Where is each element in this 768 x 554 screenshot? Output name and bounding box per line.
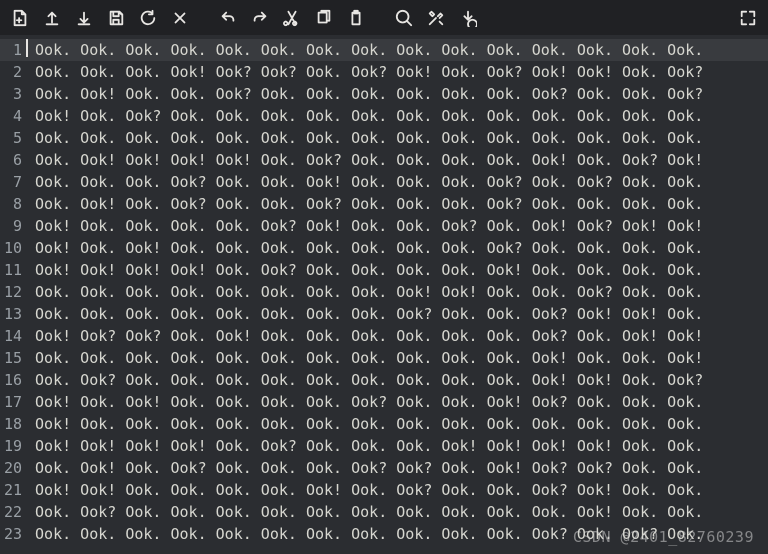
editor-line[interactable]: 22 Ook. Ook? Ook. Ook. Ook. Ook. Ook. Oo…: [0, 501, 768, 523]
line-content: Ook. Ook. Ook. Ook. Ook. Ook. Ook. Ook. …: [26, 303, 712, 325]
editor-line[interactable]: 13 Ook. Ook. Ook. Ook. Ook. Ook. Ook. Oo…: [0, 303, 768, 325]
line-content: Ook! Ook! Ook. Ook. Ook. Ook. Ook! Ook. …: [26, 479, 712, 501]
line-number: 23: [0, 523, 26, 545]
line-number: 17: [0, 391, 26, 413]
line-number: 2: [0, 61, 26, 83]
reload-icon[interactable]: [134, 4, 162, 32]
line-content: Ook. Ook. Ook. Ook! Ook? Ook? Ook. Ook? …: [26, 61, 712, 83]
line-number: 12: [0, 281, 26, 303]
editor-line[interactable]: 21 Ook! Ook! Ook. Ook. Ook. Ook. Ook! Oo…: [0, 479, 768, 501]
line-content: Ook! Ook! Ook! Ook! Ook. Ook? Ook. Ook. …: [26, 435, 712, 457]
line-content: Ook. Ook! Ook! Ook! Ook! Ook. Ook? Ook. …: [26, 149, 712, 171]
line-number: 18: [0, 413, 26, 435]
editor-line[interactable]: 11 Ook! Ook! Ook! Ook! Ook. Ook? Ook. Oo…: [0, 259, 768, 281]
line-number: 22: [0, 501, 26, 523]
line-number: 15: [0, 347, 26, 369]
line-number: 9: [0, 215, 26, 237]
code-editor[interactable]: 1 Ook. Ook. Ook. Ook. Ook. Ook. Ook. Ook…: [0, 35, 768, 545]
editor-line[interactable]: 14 Ook! Ook? Ook? Ook. Ook! Ook. Ook. Oo…: [0, 325, 768, 347]
goto-icon[interactable]: [454, 4, 482, 32]
editor-line[interactable]: 6 Ook. Ook! Ook! Ook! Ook! Ook. Ook? Ook…: [0, 149, 768, 171]
upload-icon[interactable]: [38, 4, 66, 32]
line-content: Ook! Ook. Ook! Ook. Ook. Ook. Ook. Ook? …: [26, 391, 712, 413]
close-icon[interactable]: [166, 4, 194, 32]
line-content: Ook! Ook. Ook? Ook. Ook. Ook. Ook. Ook. …: [26, 105, 712, 127]
editor-line[interactable]: 5 Ook. Ook. Ook. Ook. Ook. Ook. Ook. Ook…: [0, 127, 768, 149]
editor-line[interactable]: 1 Ook. Ook. Ook. Ook. Ook. Ook. Ook. Ook…: [0, 39, 768, 61]
line-content: Ook. Ook. Ook. Ook. Ook. Ook. Ook. Ook. …: [26, 347, 712, 369]
line-number: 8: [0, 193, 26, 215]
line-content: Ook. Ook? Ook. Ook. Ook. Ook. Ook. Ook. …: [26, 369, 712, 391]
line-number: 21: [0, 479, 26, 501]
download-icon[interactable]: [70, 4, 98, 32]
line-content: Ook. Ook. Ook. Ook. Ook. Ook. Ook. Ook. …: [26, 281, 712, 303]
line-content: Ook! Ook? Ook? Ook. Ook! Ook. Ook. Ook. …: [26, 325, 712, 347]
line-number: 7: [0, 171, 26, 193]
line-number: 5: [0, 127, 26, 149]
editor-line[interactable]: 18 Ook! Ook. Ook. Ook. Ook. Ook. Ook. Oo…: [0, 413, 768, 435]
editor-line[interactable]: 8 Ook. Ook! Ook. Ook? Ook. Ook. Ook? Ook…: [0, 193, 768, 215]
editor-line[interactable]: 15 Ook. Ook. Ook. Ook. Ook. Ook. Ook. Oo…: [0, 347, 768, 369]
editor-line[interactable]: 20 Ook. Ook! Ook. Ook? Ook. Ook. Ook. Oo…: [0, 457, 768, 479]
line-content: Ook. Ook. Ook. Ook. Ook. Ook. Ook. Ook. …: [26, 39, 712, 61]
line-number: 20: [0, 457, 26, 479]
editor-line[interactable]: 17 Ook! Ook. Ook! Ook. Ook. Ook. Ook. Oo…: [0, 391, 768, 413]
editor-line[interactable]: 9 Ook! Ook. Ook. Ook. Ook. Ook? Ook! Ook…: [0, 215, 768, 237]
editor-line[interactable]: 19 Ook! Ook! Ook! Ook! Ook. Ook? Ook. Oo…: [0, 435, 768, 457]
line-number: 16: [0, 369, 26, 391]
line-number: 1: [0, 39, 26, 61]
editor-line[interactable]: 7 Ook. Ook. Ook. Ook? Ook. Ook. Ook! Ook…: [0, 171, 768, 193]
cut-icon[interactable]: [278, 4, 306, 32]
editor-line[interactable]: 12 Ook. Ook. Ook. Ook. Ook. Ook. Ook. Oo…: [0, 281, 768, 303]
editor-line[interactable]: 10 Ook! Ook. Ook! Ook. Ook. Ook. Ook. Oo…: [0, 237, 768, 259]
line-content: Ook. Ook! Ook. Ook. Ook? Ook. Ook. Ook. …: [26, 83, 712, 105]
line-content: Ook! Ook. Ook. Ook. Ook. Ook? Ook! Ook. …: [26, 215, 712, 237]
line-content: Ook. Ook! Ook. Ook? Ook. Ook. Ook? Ook. …: [26, 193, 712, 215]
editor-line[interactable]: 4 Ook! Ook. Ook? Ook. Ook. Ook. Ook. Ook…: [0, 105, 768, 127]
line-number: 6: [0, 149, 26, 171]
editor-line[interactable]: 16 Ook. Ook? Ook. Ook. Ook. Ook. Ook. Oo…: [0, 369, 768, 391]
save-icon[interactable]: [102, 4, 130, 32]
undo-icon[interactable]: [214, 4, 242, 32]
tools-icon[interactable]: [422, 4, 450, 32]
line-content: Ook. Ook! Ook. Ook? Ook. Ook. Ook. Ook? …: [26, 457, 712, 479]
toolbar: [0, 0, 768, 35]
editor-line[interactable]: 3 Ook. Ook! Ook. Ook. Ook? Ook. Ook. Ook…: [0, 83, 768, 105]
fullscreen-icon[interactable]: [734, 4, 762, 32]
line-content: Ook! Ook! Ook! Ook! Ook. Ook? Ook. Ook. …: [26, 259, 712, 281]
line-number: 10: [0, 237, 26, 259]
line-content: Ook! Ook. Ook! Ook. Ook. Ook. Ook. Ook. …: [26, 237, 712, 259]
line-number: 19: [0, 435, 26, 457]
line-content: Ook. Ook. Ook. Ook? Ook. Ook. Ook! Ook. …: [26, 171, 712, 193]
line-content: Ook. Ook? Ook. Ook. Ook. Ook. Ook. Ook. …: [26, 501, 712, 523]
line-number: 11: [0, 259, 26, 281]
new-file-icon[interactable]: [6, 4, 34, 32]
redo-icon[interactable]: [246, 4, 274, 32]
editor-line[interactable]: 2 Ook. Ook. Ook. Ook! Ook? Ook? Ook. Ook…: [0, 61, 768, 83]
line-number: 3: [0, 83, 26, 105]
line-content: Ook! Ook. Ook. Ook. Ook. Ook. Ook. Ook. …: [26, 413, 712, 435]
copy-icon[interactable]: [310, 4, 338, 32]
search-icon[interactable]: [390, 4, 418, 32]
line-number: 4: [0, 105, 26, 127]
paste-icon[interactable]: [342, 4, 370, 32]
watermark: CSDN @2401_82760239: [573, 528, 754, 546]
line-number: 14: [0, 325, 26, 347]
line-content: Ook. Ook. Ook. Ook. Ook. Ook. Ook. Ook. …: [26, 127, 712, 149]
line-number: 13: [0, 303, 26, 325]
